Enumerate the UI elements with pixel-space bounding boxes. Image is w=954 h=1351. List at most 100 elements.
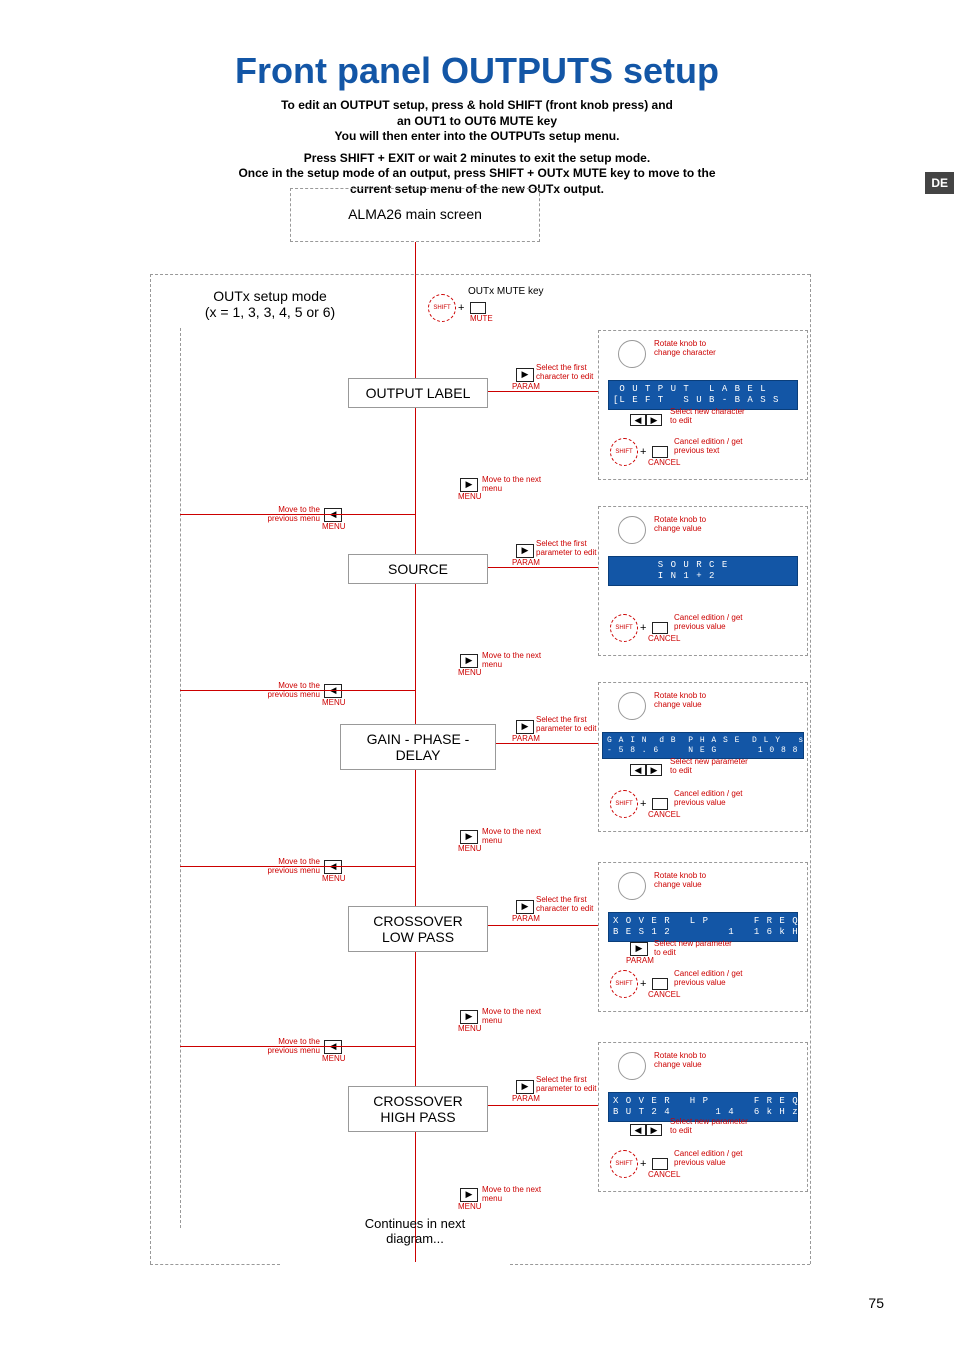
param-tag: PARAM	[512, 734, 540, 743]
cancel-hint: Cancel edition / get previous text	[674, 438, 754, 456]
knob-icon	[618, 516, 646, 544]
menu-left-icon: ◀	[324, 1040, 342, 1054]
cancel-hint: Cancel edition / get previous value	[674, 790, 754, 808]
cancel-key-icon	[652, 622, 668, 634]
conn	[488, 925, 598, 926]
param-tag: PARAM	[512, 1094, 540, 1103]
knob-hint: Rotate knob to change value	[654, 516, 734, 534]
menu-tag: MENU	[458, 1024, 482, 1033]
cancel-key-icon	[652, 798, 668, 810]
menu-left-icon: ◀	[324, 684, 342, 698]
plus-icon: +	[458, 302, 464, 314]
prev-spine	[180, 328, 181, 1228]
menu-right-icon: ▶	[460, 1188, 478, 1202]
conn	[180, 866, 415, 867]
main-screen-label: ALMA26 main screen	[348, 206, 482, 222]
cancel-tag: CANCEL	[648, 634, 680, 643]
cancel-key-icon	[652, 446, 668, 458]
menu-tag: MENU	[458, 844, 482, 853]
nav-arrows-icon: ◀▶	[630, 1120, 664, 1132]
menu-right-icon: ▶	[460, 654, 478, 668]
lcd-display: O U T P U T L A B E L [L E F T S U B - B…	[608, 380, 798, 410]
param-right-icon: ▶	[516, 1080, 534, 1094]
shift-knob-icon: SHIFT	[610, 1150, 638, 1178]
knob-hint: Rotate knob to change value	[654, 872, 734, 890]
conn	[180, 1046, 415, 1047]
plus-icon: +	[640, 1158, 646, 1170]
setup-mode-line1: OUTx setup mode	[160, 288, 380, 304]
lcd-display: X O V E R L P F R E Q B E S 1 2 1 1 6 k …	[608, 912, 798, 942]
move-next-hint: Move to the next menu	[482, 1008, 552, 1026]
param-right-icon: ▶	[516, 544, 534, 558]
nav-hint: Select new parameter to edit	[670, 758, 750, 776]
menu-tag: MENU	[458, 492, 482, 501]
cancel-tag: CANCEL	[648, 810, 680, 819]
conn	[180, 690, 415, 691]
instr-line: an OUT1 to OUT6 MUTE key	[60, 114, 894, 130]
shift-knob-icon: SHIFT	[610, 970, 638, 998]
instr-line: To edit an OUTPUT setup, press & hold SH…	[60, 98, 894, 114]
menu-left-icon: ◀	[324, 860, 342, 874]
nav-hint: Select new parameter to edit	[654, 940, 734, 958]
move-next-hint: Move to the next menu	[482, 1186, 552, 1204]
nav-arrows-icon: ◀▶	[630, 410, 664, 422]
param-hint: Select the first character to edit	[536, 364, 602, 382]
conn	[488, 1105, 598, 1106]
continues-label: Continues in next diagram...	[340, 1216, 490, 1246]
param-right-small-icon: ▶	[630, 942, 648, 956]
outer-bottom-r	[510, 1264, 810, 1265]
menu-tag: MENU	[458, 668, 482, 677]
cancel-hint: Cancel edition / get previous value	[674, 614, 754, 632]
instructions: To edit an OUTPUT setup, press & hold SH…	[60, 98, 894, 198]
outer-bottom-l	[150, 1264, 280, 1265]
move-next-hint: Move to the next menu	[482, 828, 552, 846]
language-tab-de: DE	[925, 172, 954, 194]
conn	[488, 391, 598, 392]
param-tag: PARAM	[512, 558, 540, 567]
block-source: SOURCE	[348, 554, 488, 584]
param-right-icon: ▶	[516, 720, 534, 734]
outx-mute-label: OUTx MUTE key	[468, 286, 544, 297]
setup-mode-label: OUTx setup mode (x = 1, 3, 3, 4, 5 or 6)	[160, 288, 380, 320]
param-hint: Select the first parameter to edit	[536, 540, 602, 558]
main-screen-box: ALMA26 main screen	[320, 200, 510, 228]
nav-arrows-icon: ◀▶	[630, 760, 664, 772]
conn	[496, 743, 598, 744]
param-right-icon: ▶	[516, 900, 534, 914]
menu-right-icon: ▶	[460, 830, 478, 844]
knob-icon	[618, 340, 646, 368]
plus-icon: +	[640, 798, 646, 810]
knob-icon	[618, 692, 646, 720]
instr-line: You will then enter into the OUTPUTs set…	[60, 129, 894, 145]
plus-icon: +	[640, 446, 646, 458]
param-hint: Select the first parameter to edit	[536, 716, 602, 734]
plus-icon: +	[640, 978, 646, 990]
move-next-hint: Move to the next menu	[482, 476, 552, 494]
outer-right	[810, 274, 811, 1264]
mute-tag: MUTE	[470, 314, 493, 323]
menu-tag: MENU	[322, 698, 346, 707]
instr-line: Press SHIFT + EXIT or wait 2 minutes to …	[60, 151, 894, 167]
knob-icon	[618, 1052, 646, 1080]
block-xover-lowpass: CROSSOVER LOW PASS	[348, 906, 488, 952]
menu-tag: MENU	[458, 1202, 482, 1211]
knob-hint: Rotate knob to change value	[654, 692, 734, 710]
lcd-display: S O U R C E I N 1 + 2	[608, 556, 798, 586]
block-gain-phase-delay: GAIN - PHASE - DELAY	[340, 724, 496, 770]
nav-hint: Select new character to edit	[670, 408, 750, 426]
param-right-icon: ▶	[516, 368, 534, 382]
shift-knob-icon: SHIFT	[610, 790, 638, 818]
menu-right-icon: ▶	[460, 478, 478, 492]
lcd-display: G A I N d B P H A S E D L Y s m - 5 8 . …	[602, 732, 804, 759]
cancel-key-icon	[652, 978, 668, 990]
shift-knob-icon: SHIFT	[610, 614, 638, 642]
move-next-hint: Move to the next menu	[482, 652, 552, 670]
outer-left	[150, 274, 151, 1264]
knob-hint: Rotate knob to change character	[654, 340, 734, 358]
shift-knob-icon: SHIFT	[610, 438, 638, 466]
param-tag: PARAM	[512, 382, 540, 391]
cancel-tag: CANCEL	[648, 1170, 680, 1179]
flow-diagram: ALMA26 main screen OUTx setup mode (x = …	[130, 188, 830, 1268]
conn	[180, 514, 415, 515]
knob-icon	[618, 872, 646, 900]
